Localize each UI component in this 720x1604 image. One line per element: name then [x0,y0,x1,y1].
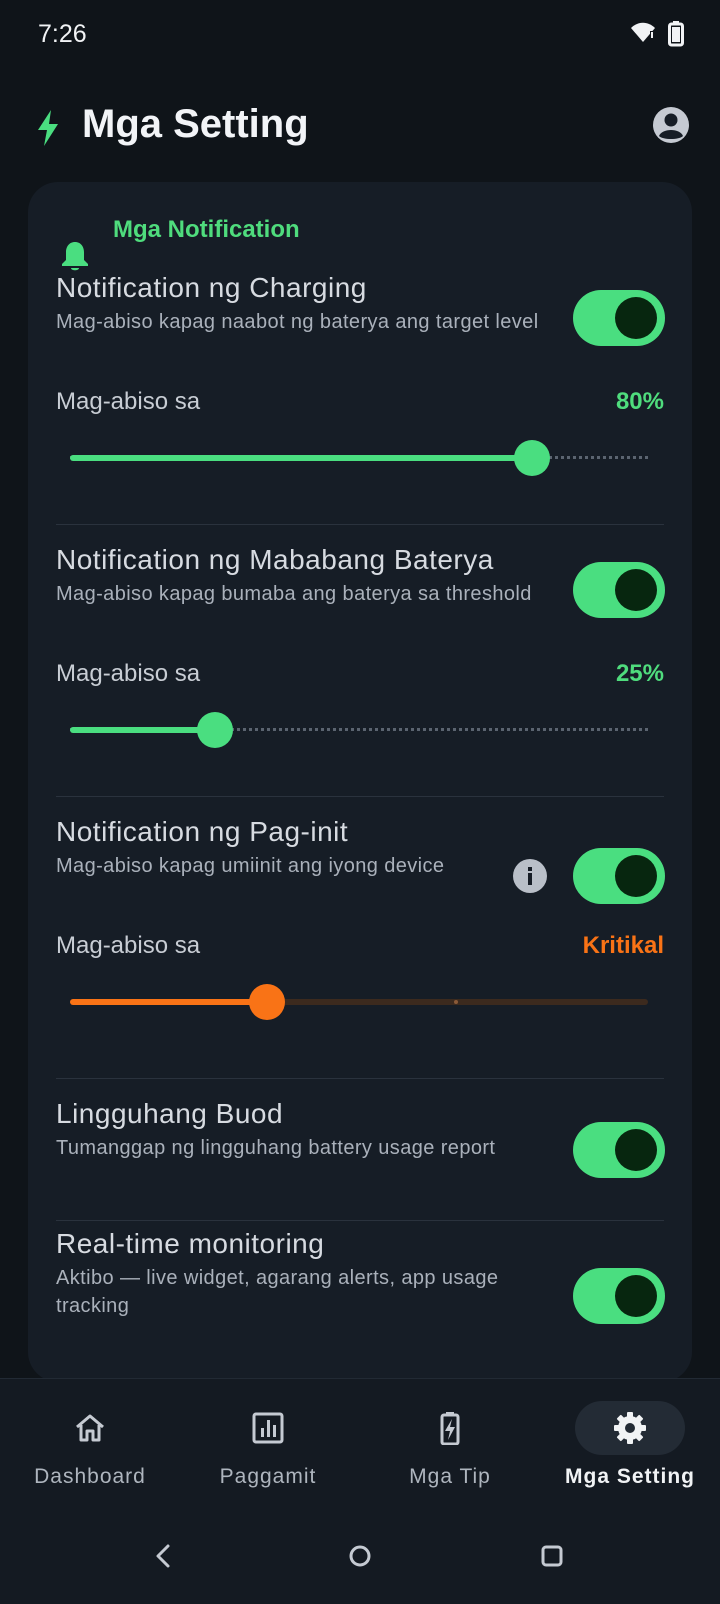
toggle-knob [615,855,657,897]
nav-icon-wrap [35,1401,145,1455]
recents-icon[interactable] [532,1536,572,1576]
back-icon[interactable] [144,1536,184,1576]
account-avatar-icon[interactable] [652,106,690,144]
heat-slider[interactable] [70,982,648,1022]
low-battery-toggle[interactable] [573,562,665,618]
bolt-icon [36,110,60,151]
notify-label: Mag-abiso sa [56,388,201,415]
charging-slider[interactable] [70,438,648,478]
nav-label: Mga Setting [565,1465,695,1488]
nav-label: Mga Tip [409,1465,491,1488]
nav-settings[interactable]: Mga Setting [540,1379,720,1509]
slider-fill [70,727,215,733]
setting-description: Mag-abiso kapag naabot ng baterya ang ta… [56,311,539,333]
setting-title: Real-time monitoring [56,1228,325,1259]
nav-tips[interactable]: Mga Tip [360,1379,540,1509]
battery-icon [668,21,684,52]
status-time: 7:26 [38,20,87,48]
bottom-navigation: Dashboard Paggamit Mga Tip Mga Setting [0,1378,720,1509]
nav-label: Dashboard [34,1465,146,1488]
home-button-icon[interactable] [340,1536,380,1576]
setting-description: Tumanggap ng lingguhang battery usage re… [56,1137,496,1159]
nav-dashboard[interactable]: Dashboard [0,1379,180,1509]
page-title: Mga Setting [82,102,309,146]
low-battery-slider[interactable] [70,710,648,750]
weekly-summary-toggle[interactable] [573,1122,665,1178]
divider [56,796,664,797]
wifi-icon [630,22,656,49]
notify-value: 25% [615,660,664,687]
notifications-card: Mga Notification Notification ng Chargin… [28,182,692,1382]
nav-icon-wrap [575,1401,685,1455]
notify-label: Mag-abiso sa [56,660,201,687]
nav-icon-wrap [395,1401,505,1455]
slider-thumb[interactable] [249,984,285,1020]
info-icon[interactable] [512,858,548,894]
section-title: Mga Notification [113,216,300,243]
realtime-monitoring-toggle[interactable] [573,1268,665,1324]
toggle-knob [615,297,657,339]
notify-value: Kritikal [582,932,664,959]
setting-title: Notification ng Mababang Baterya [56,544,494,575]
setting-description: Aktibo — live widget, agarang alerts, ap… [56,1267,499,1317]
divider [56,1220,664,1221]
notify-value: 80% [615,388,664,415]
toggle-knob [615,1275,657,1317]
nav-label: Paggamit [219,1465,317,1488]
app-header: Mga Setting [0,90,720,166]
slider-thumb[interactable] [514,440,550,476]
status-bar: 7:26 [0,0,720,72]
system-navigation-bar [0,1508,720,1604]
slider-fill [70,455,532,461]
setting-description: Mag-abiso kapag bumaba ang baterya sa th… [56,583,532,605]
toggle-knob [615,1129,657,1171]
notify-label: Mag-abiso sa [56,932,201,959]
divider [56,524,664,525]
nav-icon-wrap [213,1401,323,1455]
setting-title: Notification ng Charging [56,272,367,303]
slider-tick [454,1000,458,1004]
nav-usage[interactable]: Paggamit [178,1379,358,1509]
setting-title: Lingguhang Buod [56,1098,284,1129]
toggle-knob [615,569,657,611]
heat-toggle[interactable] [573,848,665,904]
setting-title: Notification ng Pag-init [56,816,349,847]
slider-fill [70,999,267,1005]
slider-thumb[interactable] [197,712,233,748]
setting-description: Mag-abiso kapag umiinit ang iyong device [56,855,445,877]
charging-toggle[interactable] [573,290,665,346]
divider [56,1078,664,1079]
